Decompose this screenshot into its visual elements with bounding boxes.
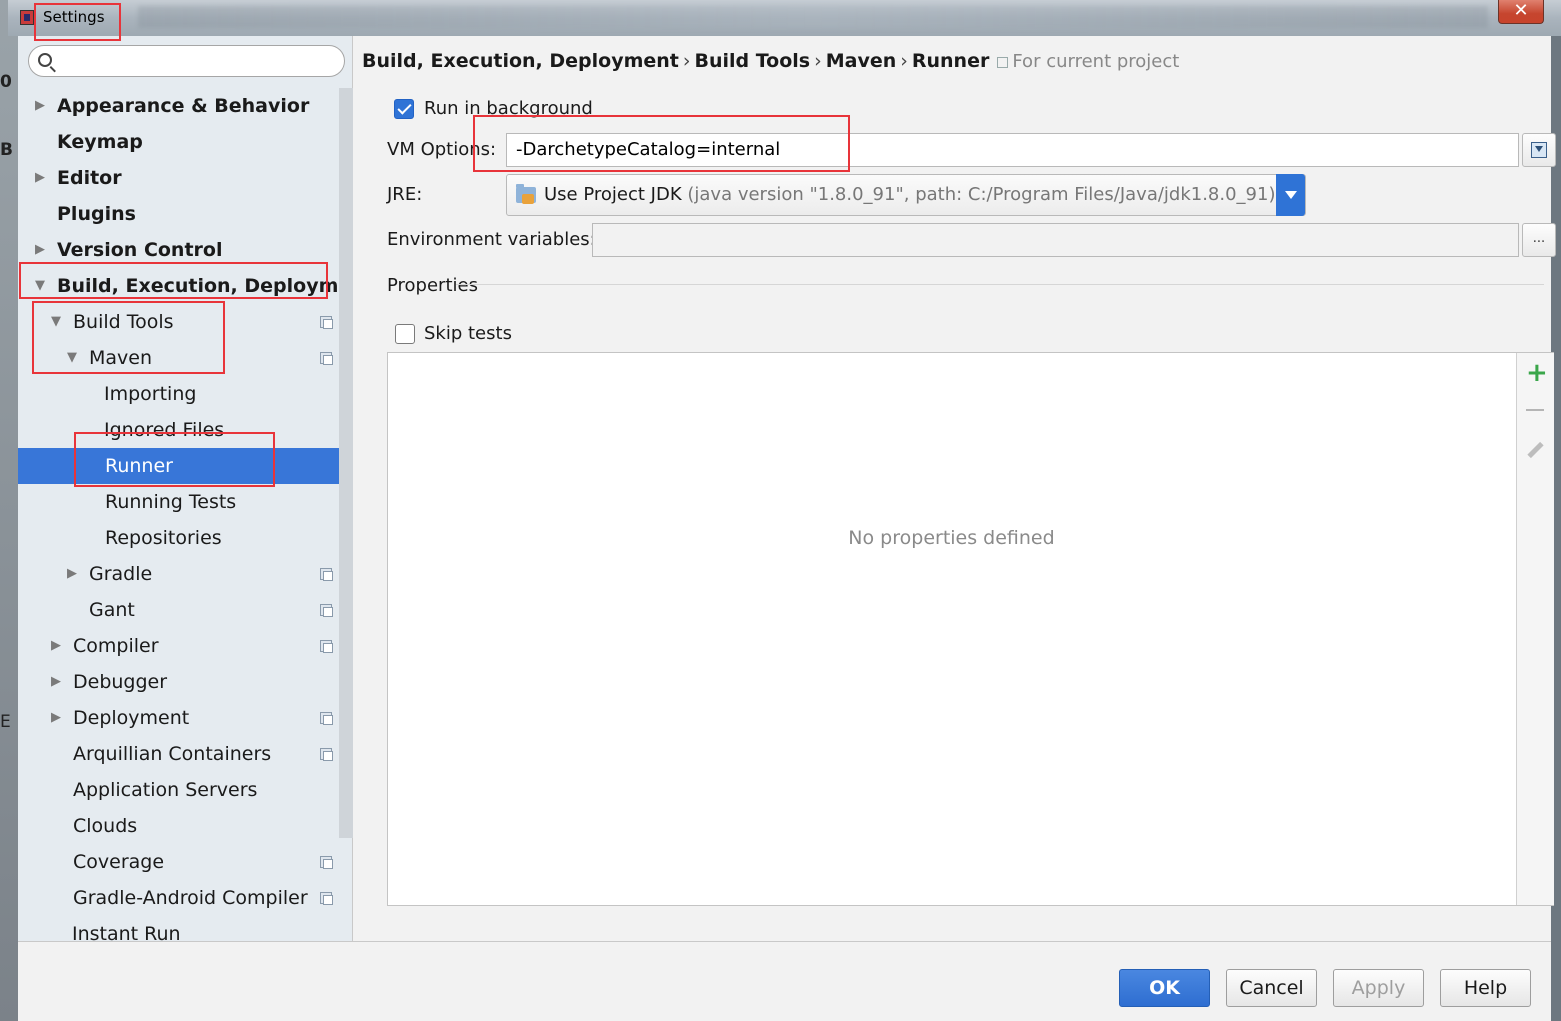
- settings-sidebar: ▶ Appearance & Behavior Keymap ▶ Editor …: [18, 36, 353, 1021]
- breadcrumb-item: Build Tools: [694, 50, 811, 72]
- tree-item-build-execution-deployment[interactable]: ▼ Build, Execution, Deployment: [18, 268, 341, 304]
- settings-content: Build, Execution, Deployment › Build Tools…: [354, 36, 1556, 941]
- project-scope-icon: [320, 856, 333, 869]
- tree-item-version-control[interactable]: ▶ Version Control: [18, 232, 341, 268]
- chevron-down-icon[interactable]: [1276, 174, 1305, 216]
- skip-tests-checkbox[interactable]: [395, 324, 415, 344]
- project-scope-icon: [320, 712, 333, 725]
- search-input[interactable]: [59, 49, 339, 73]
- project-scope-icon: [320, 748, 333, 761]
- tree-item-editor[interactable]: ▶ Editor: [18, 160, 341, 196]
- search-icon: [38, 53, 52, 67]
- tree-item-clouds[interactable]: Clouds: [18, 808, 341, 844]
- expand-arrow-icon[interactable]: ▶: [35, 88, 49, 124]
- intellij-app-icon: [20, 10, 34, 25]
- empty-state-text: No properties defined: [848, 527, 1055, 549]
- expand-arrow-icon[interactable]: ▶: [67, 556, 81, 592]
- project-scope-icon: [320, 640, 333, 653]
- properties-table: No properties defined +: [387, 352, 1554, 906]
- expand-arrow-icon[interactable]: ▶: [51, 700, 65, 736]
- search-field[interactable]: [28, 45, 345, 77]
- dialog-body: ▶ Appearance & Behavior Keymap ▶ Editor …: [18, 36, 1556, 1021]
- apply-button[interactable]: Apply: [1333, 969, 1424, 1007]
- environment-variables-input[interactable]: [592, 223, 1519, 257]
- vm-options-input[interactable]: -DarchetypeCatalog=internal: [506, 133, 1519, 167]
- section-divider: [456, 284, 1544, 285]
- expand-arrow-icon[interactable]: ▶: [35, 160, 49, 196]
- environment-variables-label: Environment variables:: [387, 229, 596, 250]
- tree-item-gradle-android-compiler[interactable]: Gradle-Android Compiler: [18, 880, 341, 916]
- tree-item-repositories[interactable]: Repositories: [18, 520, 341, 556]
- project-scope-icon: [320, 352, 333, 365]
- properties-section-label: Properties: [387, 275, 478, 296]
- run-in-background-label: Run in background: [424, 98, 593, 119]
- vm-options-label: VM Options:: [387, 139, 497, 160]
- tree-item-arquillian-containers[interactable]: Arquillian Containers: [18, 736, 341, 772]
- tree-item-deployment[interactable]: ▶ Deployment: [18, 700, 341, 736]
- collapse-arrow-icon[interactable]: ▼: [67, 340, 81, 376]
- tree-item-importing[interactable]: Importing: [18, 376, 341, 412]
- cancel-button[interactable]: Cancel: [1226, 969, 1317, 1007]
- settings-window: Settings ✕ ▶ Appearance & Behavior Keyma…: [8, 0, 1561, 1021]
- jre-label: JRE:: [387, 184, 423, 205]
- skip-tests-label: Skip tests: [424, 323, 512, 344]
- expand-vm-options-button[interactable]: [1522, 133, 1556, 167]
- tree-item-compiler[interactable]: ▶ Compiler: [18, 628, 341, 664]
- help-button[interactable]: Help: [1440, 969, 1531, 1007]
- remove-icon[interactable]: [1526, 409, 1544, 411]
- collapse-arrow-icon[interactable]: ▼: [51, 304, 65, 340]
- properties-toolbar: +: [1516, 353, 1554, 905]
- sidebar-scrollbar[interactable]: [339, 88, 353, 838]
- expand-arrow-icon[interactable]: ▶: [35, 232, 49, 268]
- expand-field-icon: [1531, 142, 1547, 158]
- edit-icon[interactable]: [1527, 441, 1544, 459]
- title-bar[interactable]: Settings ✕: [8, 0, 1561, 36]
- breadcrumb-item: Maven: [825, 50, 897, 72]
- breadcrumb: Build, Execution, Deployment › Build Tools…: [362, 50, 1180, 72]
- run-in-background-checkbox[interactable]: [394, 99, 414, 119]
- tree-item-application-servers[interactable]: Application Servers: [18, 772, 341, 808]
- properties-list[interactable]: No properties defined: [388, 353, 1515, 905]
- expand-arrow-icon[interactable]: ▶: [51, 664, 65, 700]
- project-scope-icon: [997, 57, 1009, 68]
- browse-env-vars-button[interactable]: ...: [1522, 223, 1556, 257]
- tree-item-appearance-behavior[interactable]: ▶ Appearance & Behavior: [18, 88, 341, 124]
- tree-item-ignored-files[interactable]: Ignored Files: [18, 412, 341, 448]
- tree-item-gradle[interactable]: ▶ Gradle: [18, 556, 341, 592]
- tree-item-maven[interactable]: ▼ Maven: [18, 340, 341, 376]
- breadcrumb-item: Runner: [911, 50, 990, 72]
- tree-item-build-tools[interactable]: ▼ Build Tools: [18, 304, 341, 340]
- project-scope-icon: [320, 604, 333, 617]
- breadcrumb-item: Build, Execution, Deployment: [362, 50, 679, 72]
- settings-tree: ▶ Appearance & Behavior Keymap ▶ Editor …: [18, 88, 341, 1018]
- tree-item-debugger[interactable]: ▶ Debugger: [18, 664, 341, 700]
- project-scope-icon: [320, 568, 333, 581]
- collapse-arrow-icon[interactable]: ▼: [35, 268, 49, 304]
- tree-item-running-tests[interactable]: Running Tests: [18, 484, 341, 520]
- close-button[interactable]: ✕: [1498, 0, 1544, 24]
- project-scope-icon: [320, 316, 333, 329]
- tree-item-keymap[interactable]: Keymap: [18, 124, 341, 160]
- add-icon[interactable]: +: [1526, 360, 1548, 386]
- tree-item-plugins[interactable]: Plugins: [18, 196, 341, 232]
- scope-label: For current project: [1012, 51, 1180, 72]
- tree-item-runner[interactable]: Runner: [18, 448, 341, 484]
- tree-item-coverage[interactable]: Coverage: [18, 844, 341, 880]
- window-title: Settings: [43, 8, 105, 26]
- ok-button[interactable]: OK: [1119, 969, 1210, 1007]
- jre-dropdown[interactable]: Use Project JDK (java version "1.8.0_91"…: [506, 174, 1306, 216]
- project-scope-icon: [320, 892, 333, 905]
- jdk-folder-icon: [516, 184, 536, 204]
- expand-arrow-icon[interactable]: ▶: [51, 628, 65, 664]
- tree-item-gant[interactable]: Gant: [18, 592, 341, 628]
- dialog-footer: OK Cancel Apply Help: [18, 942, 1551, 1021]
